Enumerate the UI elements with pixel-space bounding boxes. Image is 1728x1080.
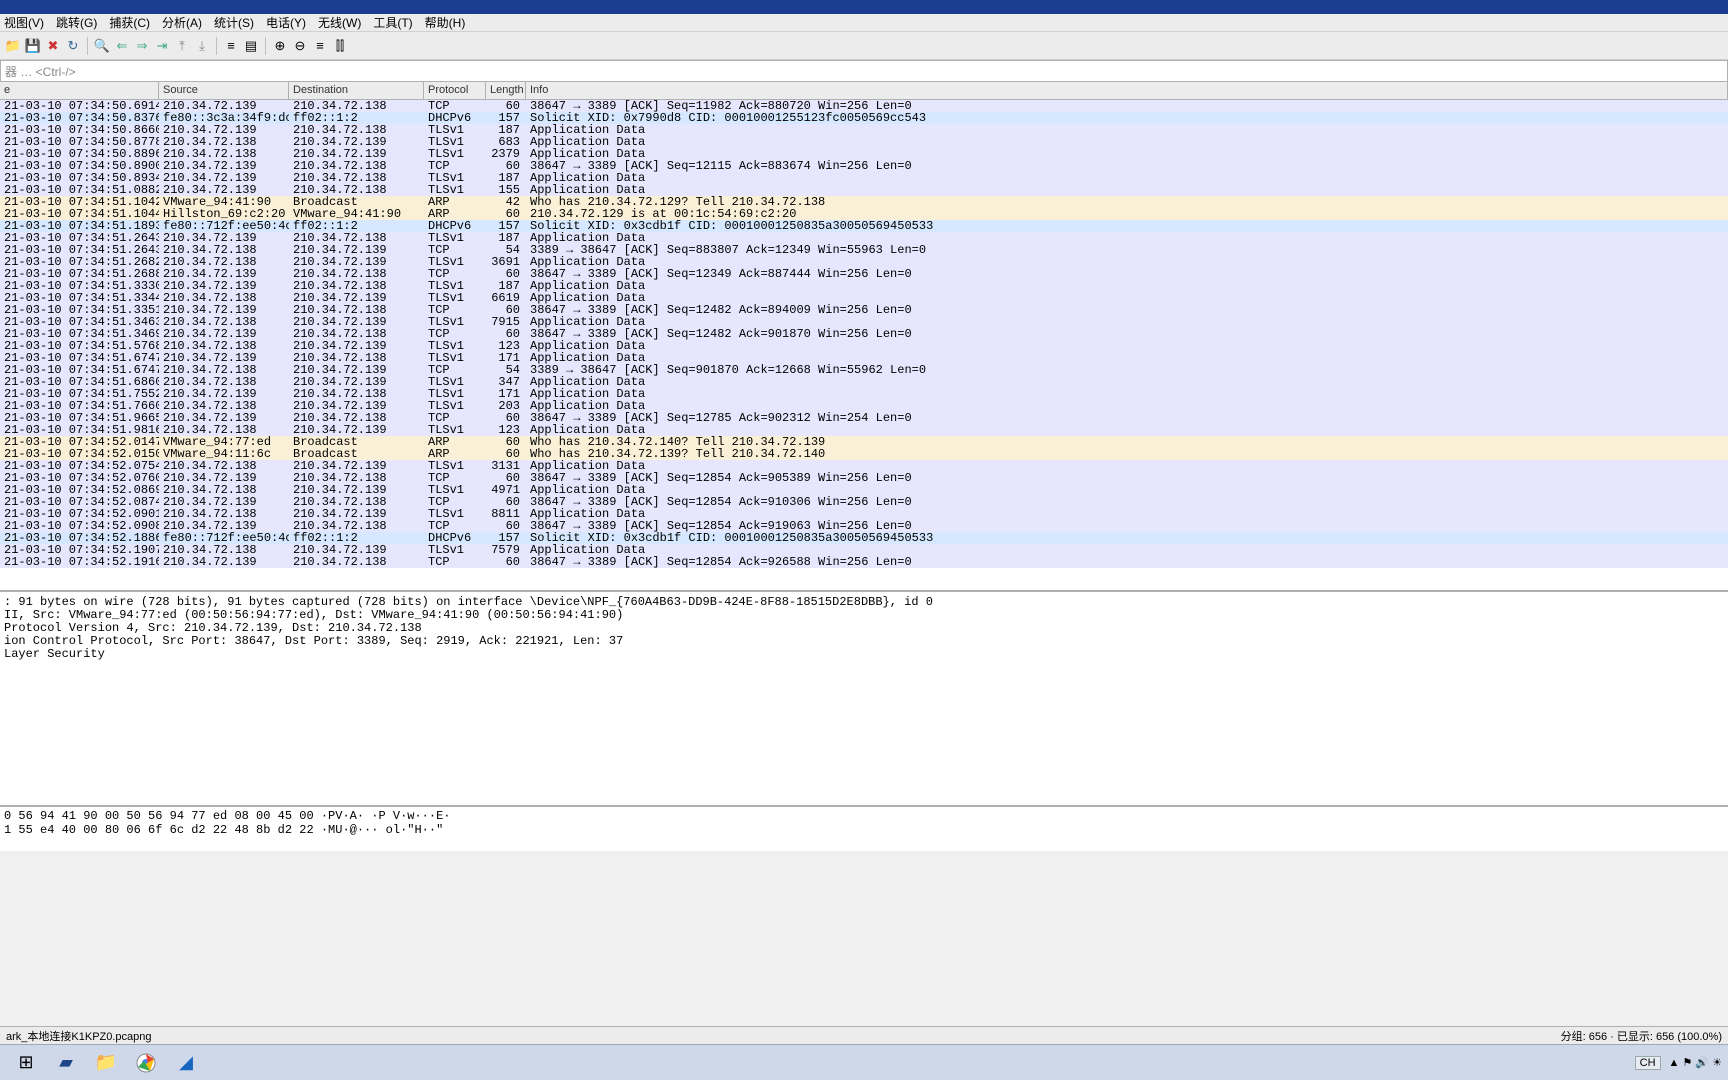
status-file: ark_本地连接K1KPZ0.pcapng — [6, 1028, 152, 1044]
last-icon[interactable]: ⤓ — [193, 37, 211, 55]
column-info[interactable]: Info — [526, 82, 1728, 99]
menu-capture[interactable]: 捕获(C) — [109, 14, 150, 31]
jump-icon[interactable]: ⇥ — [153, 37, 171, 55]
window-titlebar — [0, 0, 1728, 14]
column-time[interactable]: e — [0, 82, 159, 99]
toolbar: 📁 💾 ✖ ↻ 🔍 ⇐ ⇒ ⇥ ⤒ ⤓ ≡ ▤ ⊕ ⊖ ≡ ⫿⫿ — [0, 32, 1728, 60]
packet-row[interactable]: 21-03-10 07:34:51.981603210.34.72.138210… — [0, 424, 1728, 436]
column-source[interactable]: Source — [159, 82, 289, 99]
zoom-reset-icon[interactable]: ≡ — [311, 37, 329, 55]
menu-view[interactable]: 视图(V) — [4, 14, 44, 31]
packet-row[interactable]: 21-03-10 07:34:51.268893210.34.72.139210… — [0, 268, 1728, 280]
packet-row[interactable]: 21-03-10 07:34:51.264345210.34.72.139210… — [0, 232, 1728, 244]
packet-row[interactable]: 21-03-10 07:34:50.893438210.34.72.139210… — [0, 172, 1728, 184]
explorer-icon[interactable]: 📁 — [86, 1048, 126, 1078]
packet-row[interactable]: 21-03-10 07:34:51.755252210.34.72.139210… — [0, 388, 1728, 400]
packet-details-pane[interactable]: : 91 bytes on wire (728 bits), 91 bytes … — [0, 590, 1728, 805]
tray-icons[interactable]: ▲ ⚑ 🔊 ☀ — [1669, 1056, 1722, 1069]
close-icon[interactable]: ✖ — [44, 37, 62, 55]
packet-row[interactable]: 21-03-10 07:34:51.189339fe80::712f:ee50:… — [0, 220, 1728, 232]
menu-telephony[interactable]: 电话(Y) — [266, 14, 306, 31]
packet-row[interactable]: 21-03-10 07:34:51.346323210.34.72.138210… — [0, 316, 1728, 328]
chrome-icon[interactable] — [126, 1048, 166, 1078]
start-button-icon[interactable]: ⊞ — [6, 1048, 46, 1078]
colorize-icon[interactable]: ▤ — [242, 37, 260, 55]
next-icon[interactable]: ⇒ — [133, 37, 151, 55]
zoom-out-icon[interactable]: ⊖ — [291, 37, 309, 55]
menu-wireless[interactable]: 无线(W) — [318, 14, 361, 31]
packet-row[interactable]: 21-03-10 07:34:50.691488210.34.72.139210… — [0, 100, 1728, 112]
autoscroll-icon[interactable]: ≡ — [222, 37, 240, 55]
save-icon[interactable]: 💾 — [24, 37, 42, 55]
open-file-icon[interactable]: 📁 — [4, 37, 22, 55]
packet-row[interactable]: 21-03-10 07:34:51.766035210.34.72.138210… — [0, 400, 1728, 412]
packet-row[interactable]: 21-03-10 07:34:50.837689fe80::3c3a:34f9:… — [0, 112, 1728, 124]
packet-row[interactable]: 21-03-10 07:34:52.188603fe80::712f:ee50:… — [0, 532, 1728, 544]
packet-row[interactable]: 21-03-10 07:34:50.877852210.34.72.138210… — [0, 136, 1728, 148]
column-destination[interactable]: Destination — [289, 82, 424, 99]
packet-row[interactable]: 21-03-10 07:34:52.076004210.34.72.139210… — [0, 472, 1728, 484]
status-stats: 分组: 656 · 已显示: 656 (100.0%) — [1561, 1028, 1722, 1044]
menu-go[interactable]: 跳转(G) — [56, 14, 97, 31]
packet-row[interactable]: 21-03-10 07:34:50.889620210.34.72.138210… — [0, 148, 1728, 160]
packet-row[interactable]: 21-03-10 07:34:52.090855210.34.72.139210… — [0, 520, 1728, 532]
packet-row[interactable]: 21-03-10 07:34:52.087413210.34.72.139210… — [0, 496, 1728, 508]
packet-row[interactable]: 21-03-10 07:34:52.075490210.34.72.138210… — [0, 460, 1728, 472]
packet-row[interactable]: 21-03-10 07:34:51.088221210.34.72.139210… — [0, 184, 1728, 196]
packet-row[interactable]: 21-03-10 07:34:51.334491210.34.72.138210… — [0, 292, 1728, 304]
packet-row[interactable]: 21-03-10 07:34:50.866022210.34.72.139210… — [0, 124, 1728, 136]
packet-row[interactable]: 21-03-10 07:34:51.335188210.34.72.139210… — [0, 304, 1728, 316]
packet-list-pane[interactable]: e Source Destination Protocol Length Inf… — [0, 82, 1728, 590]
zoom-in-icon[interactable]: ⊕ — [271, 37, 289, 55]
packet-row[interactable]: 21-03-10 07:34:52.015012VMware_94:11:6cB… — [0, 448, 1728, 460]
packet-row[interactable]: 21-03-10 07:34:52.191618210.34.72.139210… — [0, 556, 1728, 568]
packet-row[interactable]: 21-03-10 07:34:51.346978210.34.72.139210… — [0, 328, 1728, 340]
column-length[interactable]: Length — [486, 82, 526, 99]
ime-indicator[interactable]: CH — [1635, 1056, 1661, 1070]
packet-row[interactable]: 21-03-10 07:34:51.268207210.34.72.138210… — [0, 256, 1728, 268]
packet-row[interactable]: 21-03-10 07:34:51.264388210.34.72.138210… — [0, 244, 1728, 256]
display-filter-input[interactable]: 器 … <Ctrl-/> — [0, 60, 1728, 82]
reload-icon[interactable]: ↻ — [64, 37, 82, 55]
packet-row[interactable]: 21-03-10 07:34:52.014710VMware_94:77:edB… — [0, 436, 1728, 448]
first-icon[interactable]: ⤒ — [173, 37, 191, 55]
packet-row[interactable]: 21-03-10 07:34:50.890006210.34.72.139210… — [0, 160, 1728, 172]
resize-columns-icon[interactable]: ⫿⫿ — [331, 37, 349, 55]
packet-row[interactable]: 21-03-10 07:34:52.090160210.34.72.138210… — [0, 508, 1728, 520]
packet-row[interactable]: 21-03-10 07:34:51.966517210.34.72.139210… — [0, 412, 1728, 424]
wireshark-icon[interactable]: ◢ — [166, 1048, 206, 1078]
menu-analyze[interactable]: 分析(A) — [162, 14, 202, 31]
packet-list-header: e Source Destination Protocol Length Inf… — [0, 82, 1728, 100]
column-protocol[interactable]: Protocol — [424, 82, 486, 99]
packet-bytes-pane[interactable]: 0 56 94 41 90 00 50 56 94 77 ed 08 00 45… — [0, 805, 1728, 851]
packet-row[interactable]: 21-03-10 07:34:51.104293VMware_94:41:90B… — [0, 196, 1728, 208]
packet-row[interactable]: 21-03-10 07:34:51.686043210.34.72.138210… — [0, 376, 1728, 388]
menu-bar: 视图(V) 跳转(G) 捕获(C) 分析(A) 统计(S) 电话(Y) 无线(W… — [0, 14, 1728, 32]
packet-row[interactable]: 21-03-10 07:34:52.086907210.34.72.138210… — [0, 484, 1728, 496]
menu-tools[interactable]: 工具(T) — [373, 14, 412, 31]
menu-help[interactable]: 帮助(H) — [425, 14, 466, 31]
status-bar: ark_本地连接K1KPZ0.pcapng 分组: 656 · 已显示: 656… — [0, 1026, 1728, 1044]
menu-statistics[interactable]: 统计(S) — [214, 14, 254, 31]
packet-row[interactable]: 21-03-10 07:34:51.674793210.34.72.138210… — [0, 364, 1728, 376]
packet-row[interactable]: 21-03-10 07:34:51.576818210.34.72.138210… — [0, 340, 1728, 352]
powershell-icon[interactable]: ▰ — [46, 1048, 86, 1078]
packet-row[interactable]: 21-03-10 07:34:51.674728210.34.72.139210… — [0, 352, 1728, 364]
prev-icon[interactable]: ⇐ — [113, 37, 131, 55]
windows-taskbar[interactable]: ⊞ ▰ 📁 ◢ CH ▲ ⚑ 🔊 ☀ — [0, 1044, 1728, 1080]
packet-row[interactable]: 21-03-10 07:34:51.333058210.34.72.139210… — [0, 280, 1728, 292]
packet-row[interactable]: 21-03-10 07:34:52.190727210.34.72.138210… — [0, 544, 1728, 556]
find-icon[interactable]: 🔍 — [93, 37, 111, 55]
packet-row[interactable]: 21-03-10 07:34:51.104494Hillston_69:c2:2… — [0, 208, 1728, 220]
